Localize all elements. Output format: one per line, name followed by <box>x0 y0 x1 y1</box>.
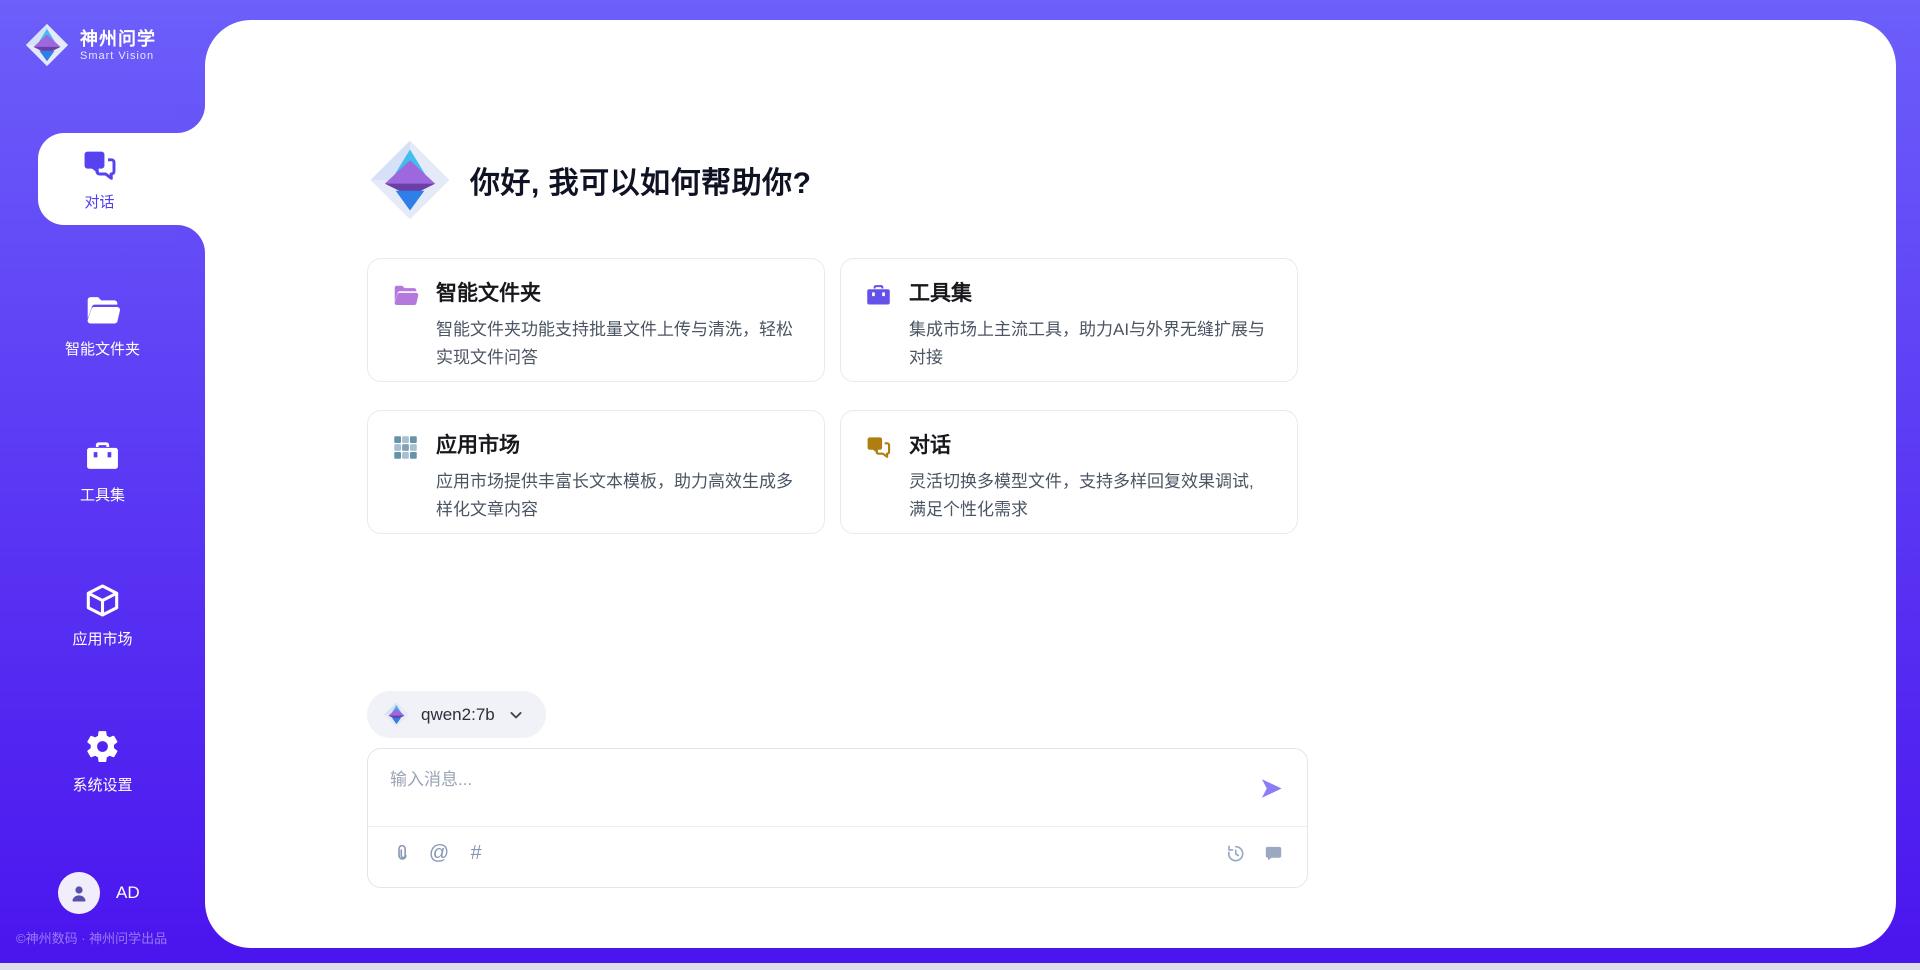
model-name: qwen2:7b <box>421 705 495 725</box>
gear-icon <box>84 728 121 765</box>
card-title: 对话 <box>909 432 1273 461</box>
bottom-edge-strip <box>0 963 1920 970</box>
sidebar-item-label: 对话 <box>84 191 114 212</box>
card-description: 智能文件夹功能支持批量文件上传与清洗，轻松实现文件问答 <box>436 316 800 372</box>
composer-toolbar: @ # <box>390 841 1285 865</box>
chat-icon <box>81 147 118 184</box>
composer-divider <box>368 826 1307 827</box>
folder-icon <box>392 282 419 309</box>
toolbox-icon <box>84 438 121 475</box>
sidebar-item-smart-folder[interactable]: 智能文件夹 <box>0 292 205 359</box>
sidebar-item-label: 工具集 <box>0 484 205 505</box>
tab-curve-top <box>177 105 205 133</box>
tab-curve-bottom <box>177 225 205 253</box>
card-toolset[interactable]: 工具集 集成市场上主流工具，助力AI与外界无缝扩展与对接 <box>840 258 1298 382</box>
chat-icon <box>865 434 892 461</box>
history-icon <box>1225 843 1246 864</box>
message-input[interactable] <box>390 765 1220 817</box>
attachment-button[interactable] <box>390 841 414 865</box>
send-button[interactable] <box>1258 775 1285 802</box>
card-title: 智能文件夹 <box>436 280 800 309</box>
brand-name: 神州问学 <box>80 28 156 51</box>
feature-cards: 智能文件夹 智能文件夹功能支持批量文件上传与清洗，轻松实现文件问答 工具集 集成… <box>367 258 1308 534</box>
welcome-header: 你好, 我可以如何帮助你? <box>367 137 812 223</box>
grid-icon <box>392 434 419 461</box>
gem-logo-icon <box>383 701 410 728</box>
card-description: 集成市场上主流工具，助力AI与外界无缝扩展与对接 <box>909 316 1273 372</box>
cube-icon <box>84 582 121 619</box>
sidebar-item-toolset[interactable]: 工具集 <box>0 438 205 505</box>
sidebar-item-chat[interactable]: 对话 <box>38 133 205 225</box>
gem-logo-icon <box>24 22 70 68</box>
sidebar-item-app-market[interactable]: 应用市场 <box>0 582 205 649</box>
sidebar-item-label: 系统设置 <box>0 774 205 795</box>
sidebar-item-label: 应用市场 <box>0 628 205 649</box>
brand-header: 神州问学 Smart Vision <box>24 22 156 68</box>
card-app-market[interactable]: 应用市场 应用市场提供丰富长文本模板，助力高效生成多样化文章内容 <box>367 410 825 534</box>
copyright-footer: ©神州数码 · 神州问学出品 <box>16 928 167 947</box>
brand-text: 神州问学 Smart Vision <box>80 28 156 63</box>
topic-button[interactable]: # <box>464 841 488 865</box>
card-description: 灵活切换多模型文件，支持多样回复效果调试, 满足个性化需求 <box>909 468 1273 524</box>
gem-logo-icon <box>367 137 453 223</box>
model-selector[interactable]: qwen2:7b <box>367 691 546 738</box>
card-chat[interactable]: 对话 灵活切换多模型文件，支持多样回复效果调试, 满足个性化需求 <box>840 410 1298 534</box>
card-smart-folder[interactable]: 智能文件夹 智能文件夹功能支持批量文件上传与清洗，轻松实现文件问答 <box>367 258 825 382</box>
card-title: 应用市场 <box>436 432 800 461</box>
person-icon <box>67 881 91 905</box>
brand-subtitle: Smart Vision <box>80 50 156 62</box>
folder-icon <box>84 292 121 329</box>
conversation-button[interactable] <box>1261 841 1285 865</box>
mention-button[interactable]: @ <box>427 841 451 865</box>
chat-bubble-icon <box>1263 843 1284 864</box>
sidebar-item-label: 智能文件夹 <box>0 338 205 359</box>
card-description: 应用市场提供丰富长文本模板，助力高效生成多样化文章内容 <box>436 468 800 524</box>
sidebar-item-settings[interactable]: 系统设置 <box>0 728 205 795</box>
card-title: 工具集 <box>909 280 1273 309</box>
send-icon <box>1258 775 1285 802</box>
chevron-down-icon <box>506 705 526 725</box>
paperclip-icon <box>392 843 413 864</box>
avatar <box>58 872 100 914</box>
user-profile[interactable]: AD <box>58 872 140 914</box>
user-name: AD <box>116 883 140 903</box>
history-button[interactable] <box>1223 841 1247 865</box>
toolbox-icon <box>865 282 892 309</box>
message-composer: @ # <box>367 748 1308 888</box>
sidebar: 神州问学 Smart Vision 对话 智能文件夹 工具集 <box>0 0 205 948</box>
greeting-text: 你好, 我可以如何帮助你? <box>470 158 812 202</box>
